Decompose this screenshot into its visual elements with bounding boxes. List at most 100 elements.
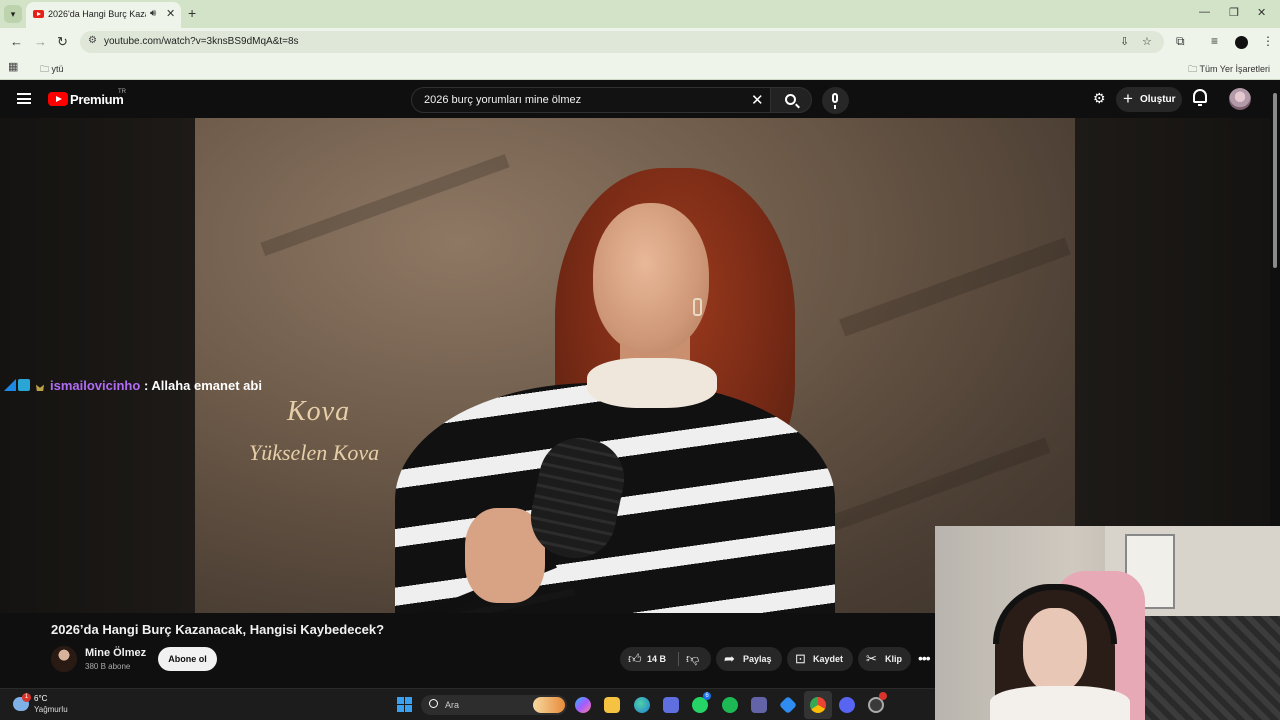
taskbar-search-placeholder: Ara [445, 700, 460, 710]
spotify-icon[interactable] [722, 697, 738, 713]
chat-text: : Allaha emanet abi [143, 378, 262, 393]
restore-icon[interactable]: ❐ [1229, 6, 1239, 19]
backdrop-fold [819, 437, 1051, 535]
discord-icon[interactable] [839, 697, 855, 713]
store-icon[interactable] [663, 697, 679, 713]
scrollbar-thumb[interactable] [1273, 93, 1277, 268]
install-app-icon[interactable]: ⇩ [1120, 35, 1129, 48]
chrome-icon[interactable] [810, 697, 826, 713]
search-input[interactable]: 2026 burç yorumları mine ölmez ✕ [411, 87, 771, 113]
video-title: 2026’da Hangi Burç Kazanacak, Hangisi Ka… [51, 622, 385, 637]
chat-username: ismailovicinho [50, 378, 141, 393]
clip-label: Klip [885, 654, 902, 664]
clear-search-icon[interactable]: ✕ [751, 91, 764, 109]
search-icon [429, 699, 438, 708]
youtube-premium-wordmark[interactable]: Premium [70, 92, 124, 107]
bookmark-star-icon[interactable]: ☆ [1142, 35, 1152, 48]
create-button[interactable]: + Oluştur [1116, 87, 1182, 112]
thumbs-down-icon[interactable]: 👎︎ [686, 651, 699, 667]
app-diamond-icon[interactable] [778, 695, 798, 715]
stream-chat-message: ismailovicinho : Allaha emanet abi [4, 378, 262, 396]
presenter-face [593, 203, 709, 353]
url-text: youtube.com/watch?v=3knsBS9dMqA&t=8s [104, 36, 299, 47]
weather-temperature[interactable]: 6°C [34, 694, 47, 703]
extensions-icon[interactable]: ⧉ [1176, 34, 1185, 49]
address-bar[interactable]: ⚙︎ youtube.com/watch?v=3knsBS9dMqA&t=8s … [80, 31, 1164, 53]
tab-search-chevron-icon[interactable]: ▾ [4, 5, 22, 23]
more-actions-icon[interactable]: ••• [918, 650, 931, 666]
chat-badge-icon [18, 379, 30, 391]
scissors-icon: ✂︎ [866, 651, 877, 666]
crown-badge-icon [36, 384, 44, 391]
whatsapp-badge: 6 [703, 692, 711, 700]
taskbar-search-input[interactable]: Ara [421, 695, 567, 715]
channel-avatar[interactable] [51, 646, 77, 672]
apps-grid-icon[interactable]: ▦ [8, 60, 18, 73]
youtube-logo-icon[interactable] [48, 92, 68, 106]
weather-notification-badge: 1 [22, 693, 31, 702]
backdrop-fold [260, 153, 510, 257]
back-arrow-icon[interactable]: ← [10, 34, 23, 49]
like-count[interactable]: 14 B [647, 654, 666, 664]
account-avatar[interactable] [1229, 88, 1251, 110]
subscribe-button[interactable]: Abone ol [158, 647, 217, 671]
create-label: Oluştur [1140, 94, 1176, 105]
search-query-text: 2026 burç yorumları mine ölmez [424, 94, 582, 106]
channel-name[interactable]: Mine Ölmez [85, 647, 146, 659]
share-button[interactable]: ➦ Paylaş [716, 647, 782, 671]
clip-button[interactable]: ✂︎ Klip [858, 647, 911, 671]
voice-search-button[interactable] [822, 87, 849, 114]
backdrop-fold [839, 237, 1071, 337]
menu-kebab-icon[interactable]: ⋮ [1262, 34, 1274, 48]
site-info-icon[interactable]: ⚙︎ [88, 35, 97, 46]
share-label: Paylaş [743, 654, 772, 664]
youtube-header: Premium TR 2026 burç yorumları mine ölme… [0, 81, 1280, 118]
search-icon [785, 94, 796, 105]
extension-gear-icon[interactable]: ⚙︎ [1093, 90, 1106, 107]
copilot-icon[interactable] [575, 697, 591, 713]
all-bookmarks-folder[interactable]: 🗀︎ Tüm Yer İşaretleri [1188, 62, 1270, 78]
reload-icon[interactable]: ↻ [57, 34, 68, 50]
save-button[interactable]: ⊡ Kaydet [787, 647, 853, 671]
webcam-streamer-shirt [990, 686, 1130, 720]
media-controls-icon[interactable]: ≡ [1211, 34, 1218, 48]
file-explorer-icon[interactable] [604, 697, 620, 713]
speaker-icon[interactable]: 🔊︎ [150, 8, 156, 19]
like-divider [678, 652, 679, 666]
edge-icon[interactable] [634, 697, 650, 713]
bookmark-folder-ytu[interactable]: 🗀︎ ytü [40, 62, 64, 78]
hamburger-menu-icon[interactable] [17, 93, 31, 104]
webcam-bed [1135, 616, 1280, 720]
browser-toolbar: ← → ↻ ⚙︎ youtube.com/watch?v=3knsBS9dMqA… [0, 28, 1280, 56]
windows-start-icon[interactable] [397, 697, 412, 712]
bookmarks-bar: ▦ 🗀︎ ytü 🗀︎ Tüm Yer İşaretleri [0, 56, 1280, 80]
like-dislike-group: 👍︎ 14 B 👎︎ [620, 647, 711, 671]
bookmark-folder-label: ytü [51, 64, 64, 74]
search-highlight-art-icon [533, 697, 565, 713]
close-tab-icon[interactable]: ✕ [166, 7, 175, 20]
browser-tab-strip: ▾ 2026'da Hangi Burç Kazanacak 🔊︎ ✕ + — … [0, 0, 1280, 28]
webcam-overlay [935, 526, 1280, 720]
chat-badge-icon [4, 379, 16, 391]
minimize-icon[interactable]: — [1199, 6, 1210, 18]
forward-arrow-icon[interactable]: → [34, 34, 47, 49]
window-close-icon[interactable]: ✕ [1257, 6, 1266, 19]
all-bookmarks-label: Tüm Yer İşaretleri [1199, 64, 1270, 74]
profile-avatar[interactable] [1235, 36, 1248, 49]
search-button[interactable] [770, 87, 812, 113]
weather-condition[interactable]: Yağmurlu [34, 705, 68, 714]
new-tab-icon[interactable]: + [188, 5, 196, 21]
share-arrow-icon: ➦ [724, 651, 735, 666]
country-code: TR [118, 89, 126, 95]
notifications-bell-icon[interactable] [1193, 89, 1207, 106]
thumbs-up-icon[interactable]: 👍︎ [628, 651, 642, 667]
video-overlay-title: Kova [287, 396, 351, 427]
video-overlay-subtitle: Yükselen Kova [249, 440, 380, 465]
youtube-favicon-icon [33, 10, 44, 18]
browser-tab-active[interactable]: 2026'da Hangi Burç Kazanacak 🔊︎ ✕ [26, 2, 181, 28]
presenter-collar [587, 358, 717, 408]
bookmark-icon: ⊡ [795, 651, 806, 666]
windows-taskbar: 1 6°C Yağmurlu Ara 6 [0, 688, 935, 720]
teams-icon[interactable] [751, 697, 767, 713]
plus-icon: + [1123, 89, 1133, 108]
